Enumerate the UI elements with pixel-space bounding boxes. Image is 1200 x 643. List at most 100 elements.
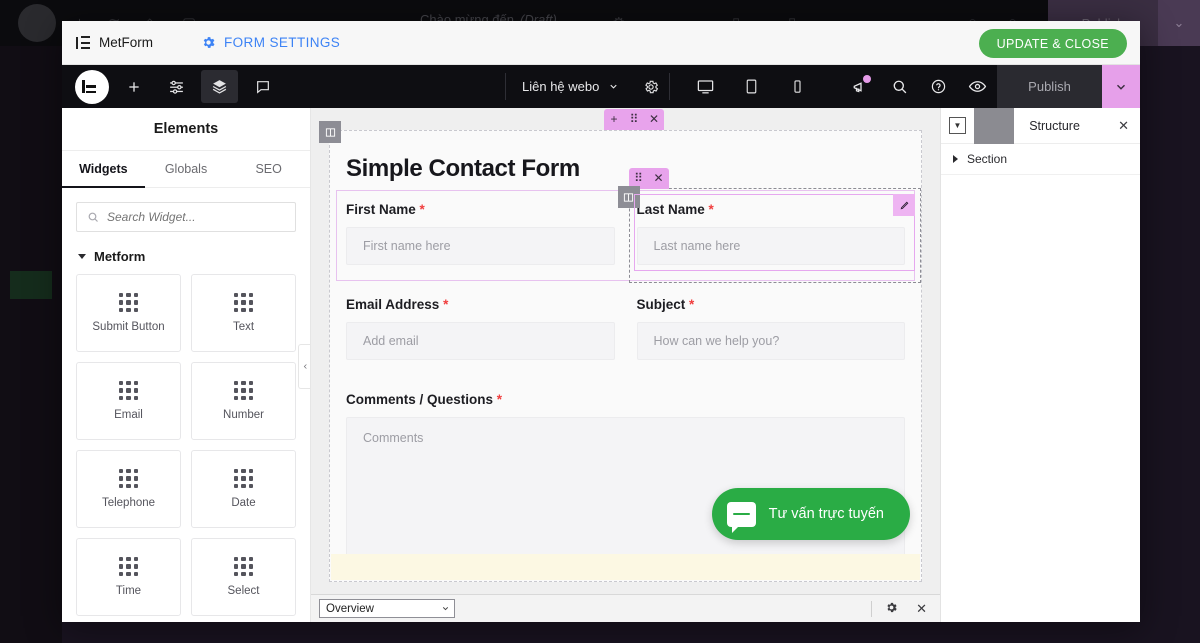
widget-select[interactable]: Select (191, 538, 296, 616)
field-textarea-placeholder: Comments (363, 431, 424, 445)
update-and-close-button[interactable]: UPDATE & CLOSE (978, 29, 1127, 58)
settings-button[interactable] (158, 70, 195, 103)
panel-title: Elements (62, 108, 310, 151)
structure-close-button[interactable]: ✕ (1115, 118, 1132, 134)
form-heading: Simple Contact Form (346, 155, 580, 182)
required-mark: * (419, 202, 425, 217)
field-label: Email Address * (346, 297, 615, 312)
grid-dots-icon (234, 557, 253, 576)
gear-icon (645, 80, 659, 93)
canvas-bottom-bar: Overview ✕ (311, 594, 940, 622)
structure-item-section[interactable]: Section (941, 144, 1140, 175)
tab-widgets[interactable]: Widgets (62, 151, 145, 188)
background-publish-caret-icon: ⌄ (1158, 0, 1200, 46)
caret-down-icon (78, 254, 86, 259)
field-label-text: Email Address (346, 297, 440, 312)
gear-icon (887, 602, 897, 612)
plus-icon (128, 81, 139, 92)
notification-badge (863, 75, 871, 83)
tab-globals[interactable]: Globals (145, 151, 228, 188)
widget-label: Time (115, 585, 142, 597)
caret-right-icon[interactable] (953, 155, 958, 163)
elementor-logo-icon[interactable] (75, 69, 109, 104)
device-desktop[interactable] (682, 70, 728, 103)
bottom-bar-divider (871, 600, 873, 617)
editor-body: Elements Widgets Globals SEO Metform (62, 107, 1140, 622)
background-green-block (10, 271, 52, 299)
finder-button[interactable] (880, 65, 919, 108)
tab-seo[interactable]: SEO (227, 151, 310, 188)
widget-email[interactable]: Email (76, 362, 181, 440)
desktop-icon (697, 80, 714, 94)
delete-column-button[interactable]: ✕ (649, 168, 669, 189)
page-settings-button[interactable] (633, 70, 669, 103)
structure-panel: ▼ Structure ✕ Section (940, 107, 1140, 622)
bottom-bar-settings-button[interactable] (880, 601, 903, 617)
search-widget-box[interactable] (76, 202, 296, 232)
overview-select-value: Overview (326, 602, 374, 615)
search-icon (893, 80, 907, 94)
field-label: Comments / Questions * (346, 392, 905, 407)
widget-label: Email (114, 409, 143, 421)
widget-telephone[interactable]: Telephone (76, 450, 181, 528)
chat-bubble-icon (726, 501, 756, 533)
form-canvas: + ⠿ ✕ Simple Contact Form First Name * F… (311, 108, 940, 622)
structure-collapse-button[interactable]: ▼ (949, 117, 966, 134)
panel-collapse-button[interactable] (298, 344, 310, 389)
field-subject[interactable]: Subject * How can we help you? (636, 297, 906, 376)
live-chat-label: Tư vấn trực tuyến (768, 506, 884, 522)
structure-item-label: Section (967, 152, 1008, 166)
search-icon (88, 212, 98, 222)
navigator-button[interactable] (201, 70, 238, 103)
field-first-name[interactable]: First Name * First name here (346, 202, 615, 281)
grid-dots-icon (234, 293, 253, 312)
field-last-name[interactable]: ⠿ ✕ Last Name * Last name here (617, 168, 921, 283)
page-name-button[interactable]: Liên hệ webo (506, 79, 633, 94)
device-mobile[interactable] (774, 70, 820, 103)
category-metform-header[interactable]: Metform (62, 232, 310, 274)
form-settings-button[interactable]: FORM SETTINGS (201, 35, 340, 50)
grid-dots-icon (119, 293, 138, 312)
form-footer-strip (331, 554, 920, 580)
field-email-address[interactable]: Email Address * Add email (346, 297, 615, 376)
chevron-left-icon (303, 364, 307, 369)
field-input[interactable]: How can we help you? (636, 322, 905, 360)
field-input[interactable]: Add email (346, 322, 615, 360)
required-mark: * (496, 392, 503, 407)
grid-dots-icon (119, 557, 138, 576)
overview-select[interactable]: Overview (319, 599, 455, 618)
delete-section-button[interactable]: ✕ (644, 109, 664, 130)
sliders-icon (170, 80, 183, 94)
comments-button[interactable] (244, 70, 281, 103)
drag-section-handle[interactable]: ⠿ (624, 109, 644, 130)
publish-button[interactable]: Publish (997, 65, 1102, 108)
widget-text[interactable]: Text (191, 274, 296, 352)
field-input[interactable]: First name here (346, 227, 615, 265)
widget-submit-button[interactable]: Submit Button (76, 274, 181, 352)
add-element-button[interactable] (115, 70, 152, 103)
widget-label: Text (232, 321, 255, 333)
widget-label: Select (227, 585, 260, 597)
widget-label: Number (223, 409, 264, 421)
column-handle-right[interactable] (617, 186, 640, 208)
live-chat-widget[interactable]: Tư vấn trực tuyến (711, 488, 910, 540)
widget-time[interactable]: Time (76, 538, 181, 616)
field-input[interactable]: Last name here (636, 227, 905, 265)
background-elementor-logo (18, 4, 56, 42)
widget-number[interactable]: Number (191, 362, 296, 440)
bottom-bar-close-button[interactable]: ✕ (911, 601, 932, 617)
publish-options-button[interactable] (1102, 65, 1140, 108)
add-section-button[interactable]: + (604, 109, 624, 130)
search-widget-input[interactable] (107, 210, 285, 224)
device-tablet[interactable] (728, 70, 774, 103)
field-label-text: Last Name (636, 202, 705, 217)
metform-editor-modal: MetForm FORM SETTINGS UPDATE & CLOSE Liê… (62, 21, 1140, 622)
field-label-text: Subject (636, 297, 686, 312)
preview-button[interactable] (958, 65, 997, 108)
notifications-button[interactable] (841, 65, 880, 108)
field-label: Last Name * (637, 202, 906, 217)
field-label: Subject * (637, 297, 906, 312)
widget-date[interactable]: Date (191, 450, 296, 528)
edit-widget-button[interactable] (893, 194, 915, 216)
help-button[interactable] (919, 65, 958, 108)
